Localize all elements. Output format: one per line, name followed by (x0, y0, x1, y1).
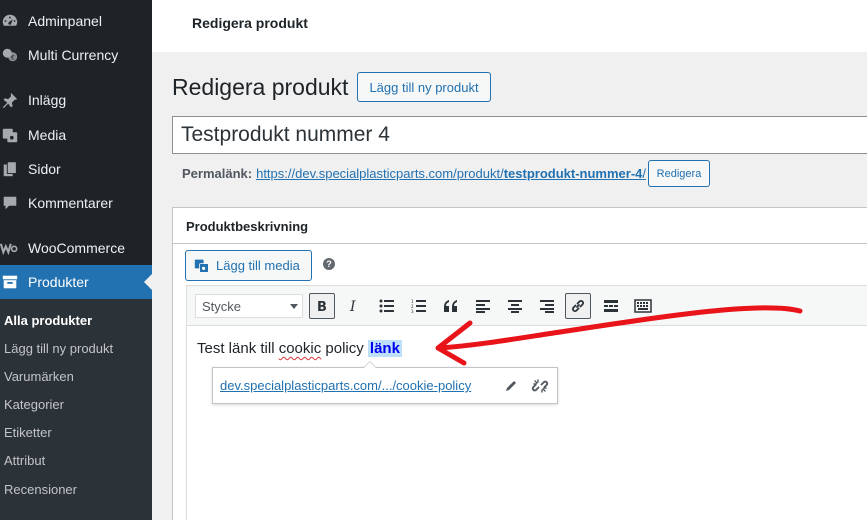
numbered-list-icon: 123 (411, 299, 426, 313)
sidebar-item-label: Sidor (28, 161, 61, 177)
sidebar-item-label: Kommentarer (28, 195, 113, 211)
comment-icon (0, 193, 20, 213)
permalink-base: https://dev.specialplasticparts.com/prod… (256, 166, 504, 181)
add-media-button[interactable]: Lägg till media (185, 250, 312, 281)
submenu-item-kategorier[interactable]: Kategorier (4, 397, 64, 412)
align-right-icon (540, 300, 554, 313)
submenu-item-recensioner[interactable]: Recensioner (4, 482, 77, 497)
content-text-middle: policy (321, 340, 368, 357)
sidebar-item-label: Inlägg (28, 92, 67, 108)
align-left-icon (476, 300, 490, 313)
submenu-item-alla-produkter[interactable]: Alla produkter (4, 313, 92, 328)
permalink-label: Permalänk: (182, 166, 253, 181)
editor-content[interactable]: Test länk till cookic policy länk (197, 340, 402, 357)
editor-toolbar: Stycke B I 123 (187, 286, 867, 326)
bold-icon: B (317, 300, 327, 313)
remove-link-button[interactable] (530, 376, 550, 396)
permalink-trail: / (642, 166, 647, 181)
sidebar-item-label: Produkter (28, 274, 89, 290)
align-center-icon (508, 300, 522, 313)
format-select-value: Stycke (202, 298, 242, 314)
svg-text:3: 3 (411, 309, 414, 313)
read-more-button[interactable] (598, 293, 624, 319)
submenu-item-etiketter[interactable]: Etiketter (4, 425, 52, 440)
edit-link-button[interactable] (501, 376, 521, 396)
header-title: Redigera produkt (192, 15, 308, 31)
media-icon (0, 125, 20, 145)
submenu-item-varumarken[interactable]: Varumärken (4, 369, 74, 384)
align-right-button[interactable] (534, 293, 560, 319)
content-text-before: Test länk till (197, 340, 279, 357)
paragraph-format-select[interactable]: Stycke (195, 294, 303, 318)
pages-icon (0, 159, 20, 179)
quote-icon (444, 300, 457, 312)
sidebar-item-label: Media (28, 127, 67, 143)
svg-text:€: € (11, 55, 15, 62)
bold-button[interactable]: B (309, 293, 335, 319)
add-media-label: Lägg till media (216, 258, 300, 273)
unlink-icon (531, 379, 549, 393)
postbox-header: Produktbeskrivning (173, 208, 867, 244)
read-more-icon (604, 300, 618, 312)
pin-icon (0, 90, 20, 110)
italic-button[interactable]: I (341, 293, 367, 319)
sidebar-item-label: Multi Currency (28, 47, 119, 63)
permalink-link[interactable]: https://dev.specialplasticparts.com/prod… (256, 166, 646, 181)
edit-slug-button[interactable]: Redigera (648, 160, 710, 187)
svg-text:B: B (317, 300, 327, 313)
sidebar-item-woocommerce[interactable]: WooCommerce (0, 231, 152, 265)
produkter-submenu: Alla produkter Lägg till ny produkt Varu… (0, 299, 152, 520)
toolbar-toggle-button[interactable] (630, 293, 656, 319)
add-new-product-button[interactable]: Lägg till ny produkt (357, 72, 491, 102)
gauge-icon (0, 11, 20, 31)
link-preview-url[interactable]: dev.specialplasticparts.com/.../cookie-p… (220, 378, 471, 393)
chevron-down-icon (290, 304, 298, 309)
sidebar-item-media[interactable]: Media (0, 118, 152, 152)
currency-icon: € (0, 45, 20, 65)
sidebar-item-produkter[interactable]: Produkter (0, 265, 152, 299)
sidebar-item-multi-currency[interactable]: € Multi Currency (0, 38, 152, 72)
selected-link[interactable]: länk (367, 340, 402, 357)
admin-sidebar: Adminpanel € Multi Currency Inlägg Media… (0, 0, 152, 520)
bullet-list-button[interactable] (374, 293, 400, 319)
woo-icon (0, 238, 20, 258)
link-icon (572, 300, 584, 312)
sidebar-item-label: WooCommerce (28, 240, 125, 256)
sidebar-item-label: Adminpanel (28, 13, 102, 29)
archive-icon (0, 272, 20, 292)
align-center-button[interactable] (502, 293, 528, 319)
align-left-button[interactable] (470, 293, 496, 319)
top-header-bar: Redigera produkt (152, 0, 867, 52)
sidebar-item-adminpanel[interactable]: Adminpanel (0, 4, 152, 38)
sidebar-item-kommentarer[interactable]: Kommentarer (0, 186, 152, 220)
misspelled-word: cookic (278, 340, 322, 357)
page-title: Redigera produkt (172, 74, 349, 100)
italic-icon: I (349, 299, 356, 313)
insert-link-button[interactable] (565, 293, 591, 319)
sidebar-item-sidor[interactable]: Sidor (0, 152, 152, 186)
sidebar-item-inlagg[interactable]: Inlägg (0, 83, 152, 117)
pencil-icon (506, 381, 516, 391)
product-title-input[interactable] (172, 116, 867, 154)
help-icon[interactable]: ? (323, 258, 335, 270)
numbered-list-button[interactable]: 123 (406, 293, 432, 319)
submenu-item-lagg-till-ny-produkt[interactable]: Lägg till ny produkt (4, 341, 113, 356)
keyboard-icon (634, 299, 652, 313)
permalink-slug: testprodukt-nummer-4 (503, 166, 643, 181)
permalink-row: Permalänk: https://dev.specialplasticpar… (182, 166, 646, 181)
bullet-list-icon (379, 299, 394, 313)
blockquote-button[interactable] (438, 293, 464, 319)
media-icon (194, 258, 210, 274)
postbox-title: Produktbeskrivning (186, 219, 309, 234)
svg-text:I: I (349, 299, 356, 313)
submenu-item-attribut[interactable]: Attribut (4, 453, 45, 468)
link-preview-popup: dev.specialplasticparts.com/.../cookie-p… (212, 361, 558, 404)
